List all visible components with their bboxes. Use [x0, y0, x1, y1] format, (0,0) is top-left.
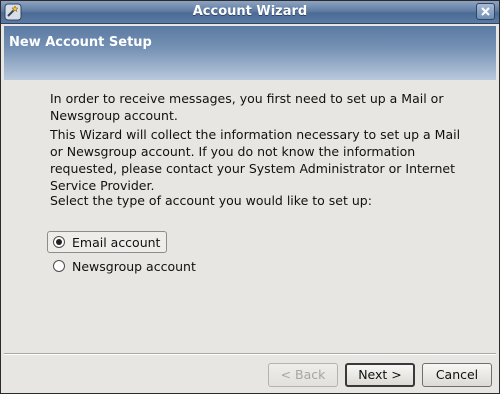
radio-button-checked[interactable]	[53, 236, 65, 248]
page-title: New Account Setup	[9, 35, 152, 50]
wizard-content: In order to receive messages, you first …	[4, 83, 496, 351]
radio-newsgroup-account[interactable]: Newsgroup account	[47, 255, 203, 277]
radio-label-newsgroup: Newsgroup account	[72, 258, 196, 274]
title-bar[interactable]: Account Wizard	[1, 1, 499, 24]
close-icon	[481, 7, 490, 16]
account-wizard-window: Account Wizard New Account Setup In orde…	[0, 0, 500, 394]
radio-button-unchecked[interactable]	[53, 260, 65, 272]
cancel-button[interactable]: Cancel	[422, 363, 492, 387]
prompt-text: Select the type of account you would lik…	[50, 193, 372, 208]
close-button[interactable]	[476, 3, 495, 20]
intro-text: In order to receive messages, you first …	[50, 91, 444, 123]
next-button[interactable]: Next >	[345, 363, 415, 387]
radio-email-account[interactable]: Email account	[47, 231, 168, 253]
window-title: Account Wizard	[192, 4, 308, 19]
header-banner: New Account Setup	[4, 26, 496, 80]
back-button[interactable]: < Back	[268, 363, 338, 387]
button-separator	[4, 353, 496, 355]
info-text: This Wizard will collect the information…	[50, 127, 461, 193]
radio-label-email: Email account	[72, 234, 161, 250]
